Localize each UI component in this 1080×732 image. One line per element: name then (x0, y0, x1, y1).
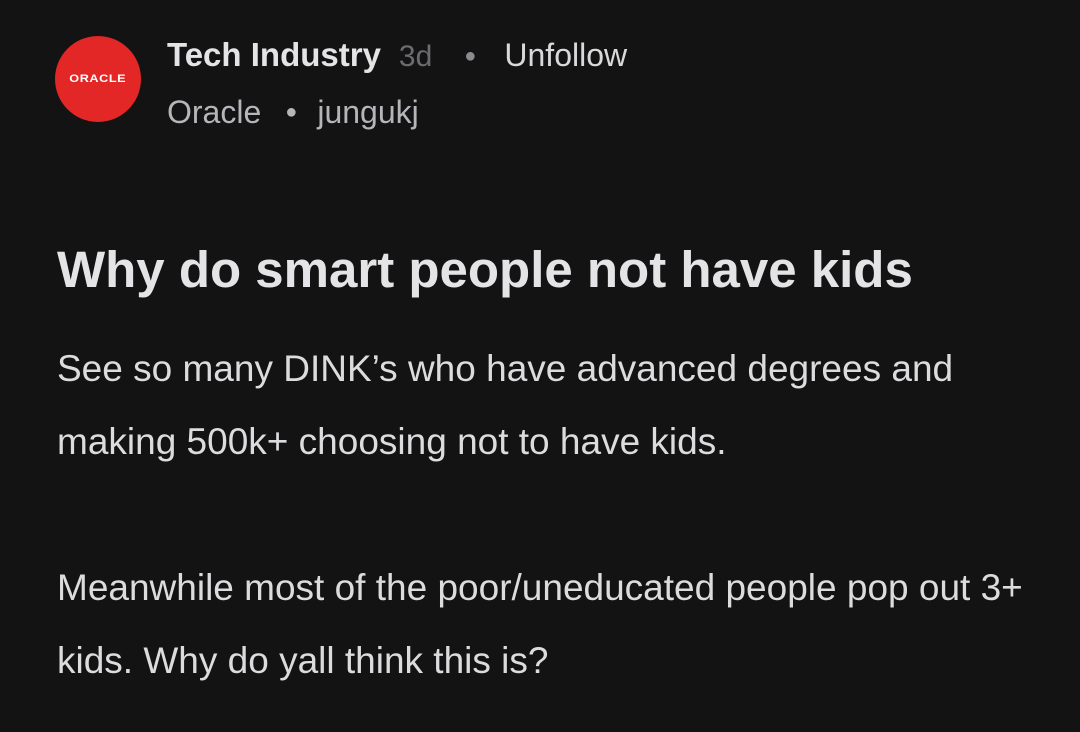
company-avatar[interactable]: ORACLE (55, 36, 141, 122)
separator-dot: ● (464, 45, 477, 67)
separator-dot: ● (285, 101, 298, 123)
post-timestamp: 3d (398, 40, 433, 73)
post-paragraph: Meanwhile most of the poor/uneducated pe… (57, 567, 1023, 681)
author-username[interactable]: jungukj (317, 94, 418, 131)
oracle-logo: ORACLE (69, 73, 127, 85)
post-meta: Tech Industry 3d ● Unfollow Oracle ● jun… (167, 36, 627, 131)
post-header: ORACLE Tech Industry 3d ● Unfollow Oracl… (55, 36, 627, 131)
author-company[interactable]: Oracle (167, 94, 261, 131)
unfollow-button[interactable]: Unfollow (504, 37, 627, 74)
post-body: See so many DINK’s who have advanced deg… (57, 332, 1047, 697)
post-title: Why do smart people not have kids (57, 241, 913, 298)
channel-name[interactable]: Tech Industry (167, 36, 381, 74)
post-paragraph: See so many DINK’s who have advanced deg… (57, 348, 954, 462)
